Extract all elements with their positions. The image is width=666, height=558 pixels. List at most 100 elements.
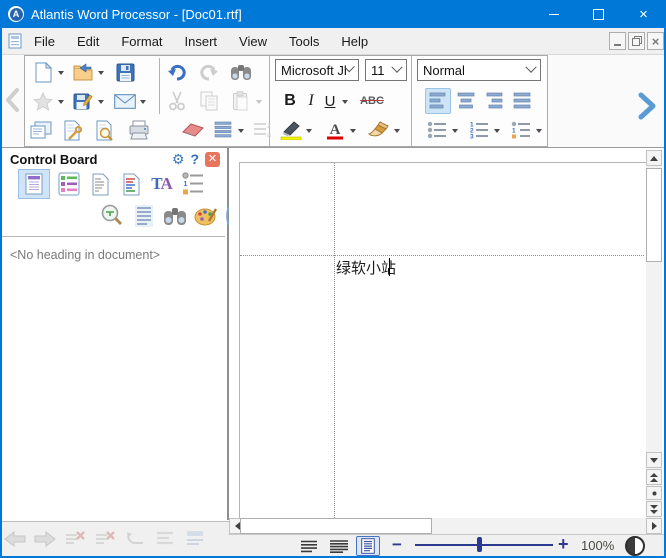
menu-tools[interactable]: Tools	[278, 34, 330, 49]
overview-tab[interactable]	[87, 170, 113, 198]
copy-button[interactable]	[197, 88, 221, 114]
paragraph-marks-button[interactable]	[211, 117, 235, 143]
nav-back-button[interactable]	[0, 526, 30, 552]
scroll-down-button[interactable]	[646, 452, 662, 468]
outline-tab[interactable]: 1	[180, 170, 206, 198]
document-text[interactable]: 绿软小站	[336, 257, 396, 278]
cut-button[interactable]	[165, 88, 189, 114]
save-as-dropdown-icon[interactable]	[98, 100, 104, 104]
minimize-button[interactable]	[531, 0, 576, 28]
zoom-out-button[interactable]: −	[392, 535, 402, 555]
align-left-button[interactable]	[425, 88, 451, 114]
scroll-up-button[interactable]	[646, 150, 662, 166]
italic-button[interactable]: I	[301, 92, 321, 110]
theme-tab[interactable]	[193, 202, 219, 230]
multilevel-list-button[interactable]: 1	[509, 117, 533, 143]
email-button[interactable]	[113, 88, 137, 114]
document-properties-button[interactable]	[29, 117, 53, 143]
heading-level-button[interactable]	[180, 526, 210, 552]
menu-insert[interactable]: Insert	[174, 34, 229, 49]
fonts-tab[interactable]: TA	[149, 170, 175, 198]
zoom-slider-track[interactable]	[415, 544, 553, 546]
paste-dropdown-icon[interactable]	[256, 100, 262, 104]
control-board-help-icon[interactable]: ?	[190, 151, 199, 167]
bullet-list-dropdown-icon[interactable]	[452, 129, 458, 133]
maximize-button[interactable]	[576, 0, 621, 28]
favorites-button[interactable]	[31, 88, 55, 114]
heading-style-button[interactable]	[150, 526, 180, 552]
search-tab[interactable]	[162, 202, 188, 230]
mdi-restore-button[interactable]	[628, 32, 645, 50]
mdi-minimize-button[interactable]	[609, 32, 626, 50]
more-toolbars-icon[interactable]	[636, 92, 658, 120]
underline-button[interactable]: U	[321, 93, 339, 110]
remove-heading-button[interactable]	[60, 526, 90, 552]
draft-view-button[interactable]	[297, 536, 321, 556]
remove-all-headings-button[interactable]	[90, 526, 120, 552]
highlight-dropdown-icon[interactable]	[306, 129, 312, 133]
review-tab[interactable]	[118, 170, 144, 198]
zoom-tool-tab[interactable]	[98, 202, 126, 230]
paragraphs-tab[interactable]	[131, 202, 157, 230]
save-button[interactable]	[113, 59, 137, 85]
find-button[interactable]	[229, 59, 253, 85]
align-right-button[interactable]	[481, 88, 507, 114]
email-dropdown-icon[interactable]	[140, 100, 146, 104]
print-button[interactable]	[127, 117, 151, 143]
print-preview-button[interactable]	[93, 117, 117, 143]
vertical-scroll-thumb[interactable]	[646, 168, 662, 262]
next-page-button[interactable]	[646, 501, 662, 517]
menu-help[interactable]: Help	[330, 34, 379, 49]
toolbar-scroll-left-icon[interactable]	[4, 88, 20, 112]
format-painter-dropdown-icon[interactable]	[394, 129, 400, 133]
numbered-list-button[interactable]: 123	[467, 117, 491, 143]
favorites-dropdown-icon[interactable]	[58, 100, 64, 104]
print-layout-button[interactable]	[356, 536, 380, 556]
open-button[interactable]	[71, 59, 95, 85]
vertical-scrollbar[interactable]	[646, 150, 662, 518]
control-board-settings-icon[interactable]: ⚙	[172, 152, 185, 166]
bullet-list-button[interactable]	[425, 117, 449, 143]
document-map-tab-selected[interactable]	[18, 169, 50, 199]
underline-dropdown-icon[interactable]	[342, 100, 348, 104]
demote-heading-button[interactable]	[120, 526, 150, 552]
new-document-dropdown-icon[interactable]	[58, 71, 64, 75]
horizontal-scrollbar[interactable]	[229, 518, 662, 534]
headings-tab[interactable]	[56, 170, 82, 198]
numbered-list-dropdown-icon[interactable]	[494, 129, 500, 133]
contrast-toggle-icon[interactable]	[625, 536, 645, 556]
font-color-dropdown-icon[interactable]	[350, 129, 356, 133]
font-size-combo[interactable]: 11	[365, 59, 407, 81]
menu-file[interactable]: File	[23, 34, 66, 49]
previous-page-button[interactable]	[646, 469, 662, 485]
scroll-right-button[interactable]	[646, 518, 662, 534]
paragraph-dropdown-icon[interactable]	[238, 129, 244, 133]
undo-button[interactable]	[165, 59, 189, 85]
highlight-button[interactable]	[279, 117, 303, 143]
new-document-button[interactable]	[31, 59, 55, 85]
bold-button[interactable]: B	[279, 92, 301, 110]
close-button[interactable]: ×	[621, 0, 666, 28]
menu-view[interactable]: View	[228, 34, 278, 49]
zoom-in-button[interactable]: +	[558, 534, 569, 555]
redo-button[interactable]	[197, 59, 221, 85]
select-browse-object-button[interactable]	[646, 486, 662, 500]
format-painter-button[interactable]	[367, 117, 391, 143]
font-name-combo[interactable]: Microsoft Jh	[275, 59, 359, 81]
menu-format[interactable]: Format	[110, 34, 173, 49]
open-dropdown-icon[interactable]	[98, 71, 104, 75]
eraser-button[interactable]	[181, 117, 205, 143]
style-combo[interactable]: Normal	[417, 59, 541, 81]
justify-button[interactable]	[509, 88, 535, 114]
control-board-close-icon[interactable]: ✕	[205, 152, 220, 167]
paste-button[interactable]	[229, 88, 253, 114]
document-menu-icon[interactable]	[8, 33, 23, 49]
mdi-close-button[interactable]: ×	[647, 32, 664, 50]
multilevel-list-dropdown-icon[interactable]	[536, 129, 542, 133]
align-center-button[interactable]	[453, 88, 479, 114]
save-as-button[interactable]	[71, 88, 95, 114]
horizontal-scroll-thumb[interactable]	[240, 518, 432, 534]
nav-forward-button[interactable]	[30, 526, 60, 552]
font-color-button[interactable]: A	[323, 117, 347, 143]
menu-edit[interactable]: Edit	[66, 34, 110, 49]
